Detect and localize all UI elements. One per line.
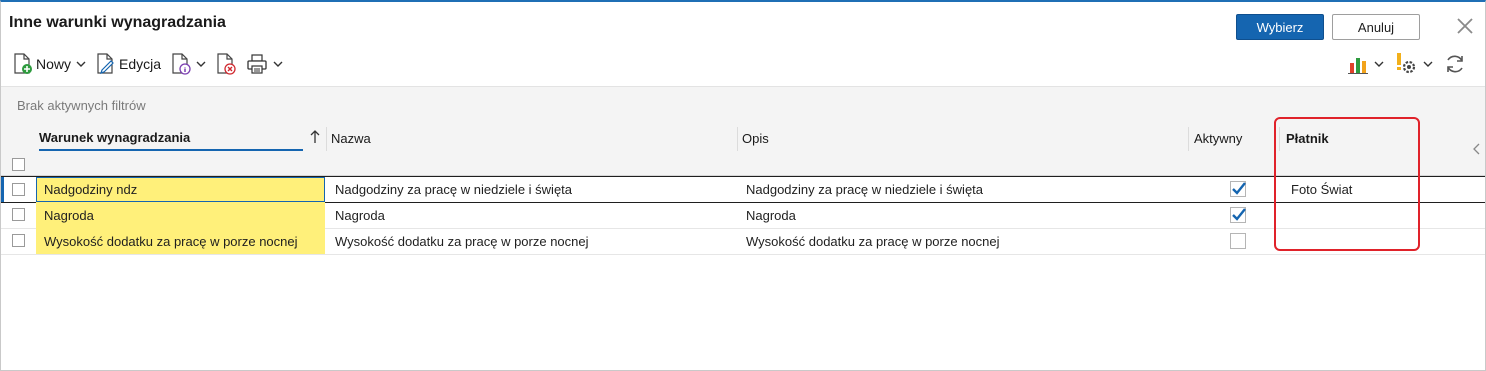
select-button[interactable]: Wybierz: [1236, 14, 1324, 40]
document-info-button[interactable]: [171, 50, 206, 78]
cell-warunek[interactable]: Nadgodziny ndz: [36, 177, 325, 202]
column-separator[interactable]: [737, 127, 738, 151]
close-icon[interactable]: [1453, 14, 1477, 38]
delete-button[interactable]: [216, 50, 236, 78]
cell-opis[interactable]: Nagroda: [746, 202, 796, 228]
column-header-warunek[interactable]: Warunek wynagradzania: [39, 125, 303, 151]
grid-filter-row: [1, 151, 1485, 176]
toolbar-right: [1347, 50, 1477, 78]
cancel-button[interactable]: Anuluj: [1332, 14, 1420, 40]
column-header-opis[interactable]: Opis: [742, 125, 769, 151]
column-separator[interactable]: [326, 127, 327, 151]
chevron-down-icon[interactable]: [76, 60, 86, 68]
filter-status: Brak aktywnych filtrów: [17, 98, 146, 113]
select-all-checkbox[interactable]: [12, 158, 25, 171]
chevron-down-icon[interactable]: [273, 60, 283, 68]
chevron-down-icon[interactable]: [1423, 60, 1433, 68]
delete-document-icon: [216, 53, 236, 75]
cell-opis[interactable]: Wysokość dodatku za pracę w porze nocnej: [746, 228, 1000, 254]
chevron-down-icon[interactable]: [1374, 60, 1384, 68]
row-checkbox[interactable]: [12, 234, 25, 247]
annotation-highlight-box: [1274, 117, 1420, 251]
settings-warning-icon: [1394, 52, 1418, 76]
toolbar: Nowy Edycja: [13, 50, 293, 78]
new-button-label: Nowy: [36, 56, 72, 72]
grid-header: Warunek wynagradzania Nazwa Opis Aktywny…: [1, 125, 1485, 151]
dialog-title: Inne warunki wynagradzania: [9, 14, 226, 31]
document-info-icon: [171, 53, 191, 75]
refresh-icon: [1443, 52, 1467, 76]
dialog-window: Inne warunki wynagradzania Wybierz Anulu…: [0, 0, 1486, 371]
table-row[interactable]: Wysokość dodatku za pracę w porze nocnej…: [1, 228, 1485, 255]
row-indicator: [1, 177, 4, 202]
cell-warunek[interactable]: Nagroda: [36, 202, 325, 228]
row-checkbox[interactable]: [12, 183, 25, 196]
column-header-nazwa[interactable]: Nazwa: [331, 125, 371, 151]
chevron-down-icon[interactable]: [196, 60, 206, 68]
cell-nazwa[interactable]: Nagroda: [335, 202, 385, 228]
cell-opis[interactable]: Nadgodziny za pracę w niedziele i święta: [746, 177, 983, 202]
print-icon: [246, 53, 268, 75]
table-row[interactable]: Nagroda Nagroda Nagroda: [1, 202, 1485, 229]
row-checkbox[interactable]: [12, 208, 25, 221]
new-document-icon: [13, 53, 33, 75]
new-button[interactable]: Nowy: [13, 50, 86, 78]
chart-icon: [1347, 53, 1369, 75]
chevron-left-icon[interactable]: [1472, 142, 1482, 161]
edit-document-icon: [96, 53, 116, 75]
filter-bar: Brak aktywnych filtrów: [1, 86, 1485, 126]
column-separator[interactable]: [1188, 127, 1189, 151]
column-header-aktywny[interactable]: Aktywny: [1194, 125, 1242, 151]
table-row[interactable]: Nadgodziny ndz Nadgodziny za pracę w nie…: [1, 176, 1485, 203]
edit-button-label: Edycja: [119, 56, 162, 72]
refresh-button[interactable]: [1443, 50, 1467, 78]
data-grid: Warunek wynagradzania Nazwa Opis Aktywny…: [1, 125, 1485, 370]
print-button[interactable]: [246, 50, 283, 78]
chart-button[interactable]: [1347, 50, 1384, 78]
active-unchecked-checkbox[interactable]: [1230, 233, 1246, 249]
cell-nazwa[interactable]: Nadgodziny za pracę w niedziele i święta: [335, 177, 572, 202]
settings-button[interactable]: [1394, 50, 1433, 78]
edit-button[interactable]: Edycja: [96, 50, 161, 78]
active-checked-icon[interactable]: [1230, 181, 1246, 197]
active-checked-icon[interactable]: [1230, 207, 1246, 223]
cell-warunek[interactable]: Wysokość dodatku za pracę w porze nocnej: [36, 228, 325, 254]
sort-ascending-icon[interactable]: [308, 129, 322, 150]
cell-nazwa[interactable]: Wysokość dodatku za pracę w porze nocnej: [335, 228, 589, 254]
